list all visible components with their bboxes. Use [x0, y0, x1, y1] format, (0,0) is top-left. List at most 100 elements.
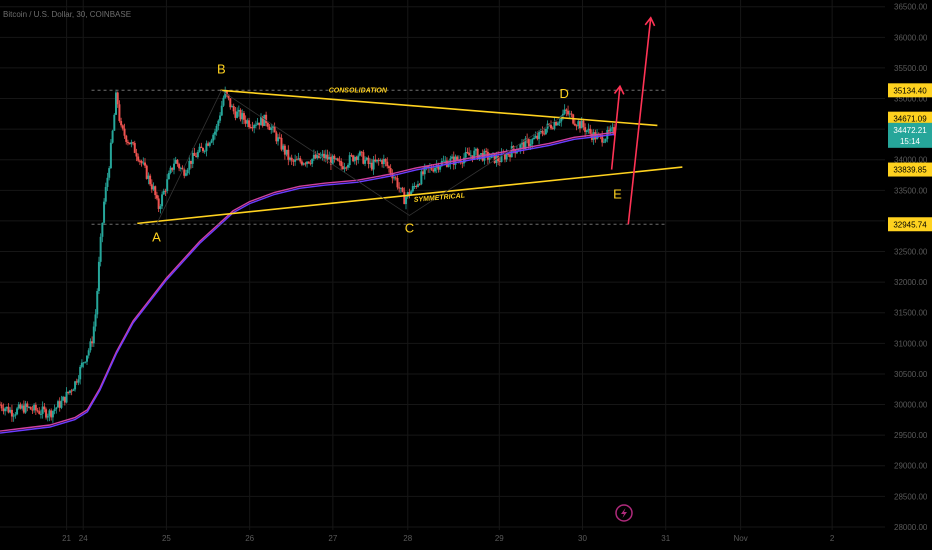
candle-body	[282, 145, 285, 150]
candle-body	[244, 119, 247, 124]
candle-body	[87, 350, 90, 356]
candle-body	[149, 175, 152, 185]
candle-body	[420, 171, 423, 185]
x-tick-label: 28	[403, 534, 412, 543]
candle-body	[184, 173, 187, 176]
candle-body	[48, 410, 51, 416]
candle-body	[144, 162, 147, 166]
candle-body	[292, 160, 295, 162]
candle-body	[234, 111, 237, 118]
candle-body	[422, 171, 425, 175]
candle-body	[401, 187, 404, 192]
candle-body	[594, 132, 597, 140]
price-label: 34671.09	[893, 115, 927, 124]
candle-body	[369, 162, 372, 164]
candle-body	[592, 132, 595, 140]
y-tick-label: 29000.00	[894, 462, 928, 471]
candle-body	[386, 161, 389, 167]
candle-body	[553, 121, 556, 129]
candles	[0, 86, 616, 423]
candle-body	[39, 413, 42, 415]
candle-body	[307, 161, 310, 164]
candle-body	[394, 177, 397, 179]
candle-body	[398, 187, 401, 189]
candle-body	[179, 167, 182, 169]
candle-body	[0, 404, 3, 409]
candle-body	[138, 160, 141, 162]
candle-body	[311, 158, 314, 164]
candle-body	[7, 406, 10, 413]
candle-body	[295, 159, 298, 161]
candle-body	[538, 131, 541, 139]
price-chart[interactable]: ABCDE CONSOLIDATIONSYMMETRICAL 28000.002…	[0, 0, 932, 550]
candle-body	[246, 120, 249, 124]
candle-body	[335, 158, 338, 160]
y-tick-label: 32500.00	[894, 248, 928, 257]
candle-body	[53, 409, 56, 412]
candle-body	[213, 131, 216, 135]
current-price: 34472.21	[893, 126, 927, 135]
candle-body	[273, 126, 276, 133]
candle-body	[579, 121, 582, 129]
candle-body	[4, 408, 7, 412]
candle-body	[166, 179, 169, 191]
x-tick-label: 24	[79, 534, 88, 543]
candle-body	[306, 161, 309, 164]
candle-body	[413, 185, 416, 187]
y-tick-label: 30000.00	[894, 401, 928, 410]
price-axis[interactable]: 28000.00 28500.00 29000.00 29500.00 30000.00…	[894, 3, 928, 532]
candle-body	[323, 153, 326, 159]
candle-body	[480, 153, 483, 155]
candle-body	[573, 123, 576, 126]
wave-point-b: B	[217, 61, 226, 76]
candle-body	[278, 137, 281, 139]
candle-body	[387, 166, 390, 169]
candle-body	[567, 110, 570, 115]
candle-body	[36, 410, 39, 412]
candle-body	[16, 408, 19, 415]
price-label: 35134.40	[893, 86, 927, 95]
candle-body	[113, 114, 116, 131]
price-label: 33839.85	[893, 166, 927, 175]
candle-body	[109, 142, 112, 169]
candle-body	[173, 163, 176, 170]
candle-body	[161, 194, 164, 207]
candle-body	[362, 152, 365, 164]
candle-body	[196, 151, 199, 158]
candle-body	[541, 130, 544, 134]
candle-body	[531, 139, 534, 144]
candle-body	[21, 405, 24, 409]
candle-body	[256, 122, 259, 125]
candle-body	[367, 157, 370, 164]
candle-body	[70, 390, 73, 392]
x-tick-label: 31	[661, 534, 670, 543]
candle-body	[434, 167, 437, 172]
y-tick-label: 28000.00	[894, 523, 928, 532]
candle-body	[370, 162, 373, 170]
candle-body	[77, 379, 80, 383]
candle-body	[128, 142, 131, 145]
candle-body	[205, 143, 208, 152]
candle-body	[171, 167, 174, 170]
lightning-icon[interactable]	[615, 504, 633, 522]
candle-body	[381, 160, 384, 165]
candle-body	[365, 157, 368, 160]
candle-body	[237, 109, 240, 112]
wave-point-e: E	[613, 186, 622, 201]
candle-body	[14, 414, 17, 416]
wave-points: A B C D E	[152, 61, 622, 244]
candle-body	[536, 135, 539, 139]
candle-body	[280, 137, 283, 150]
y-tick-label: 33500.00	[894, 186, 928, 195]
x-tick-label: 29	[495, 534, 504, 543]
x-tick-label: 2	[830, 534, 835, 543]
candle-body	[498, 161, 501, 163]
annotation-consolidation: CONSOLIDATION	[329, 87, 388, 94]
candle-body	[142, 162, 145, 164]
time-axis[interactable]: 21 24 25 26 27 28 29 30 31 Nov 2	[62, 534, 835, 543]
candle-body	[222, 97, 225, 106]
candle-body	[126, 141, 129, 143]
candle-body	[28, 406, 31, 408]
x-tick-label: 26	[245, 534, 254, 543]
candle-body	[207, 143, 210, 146]
